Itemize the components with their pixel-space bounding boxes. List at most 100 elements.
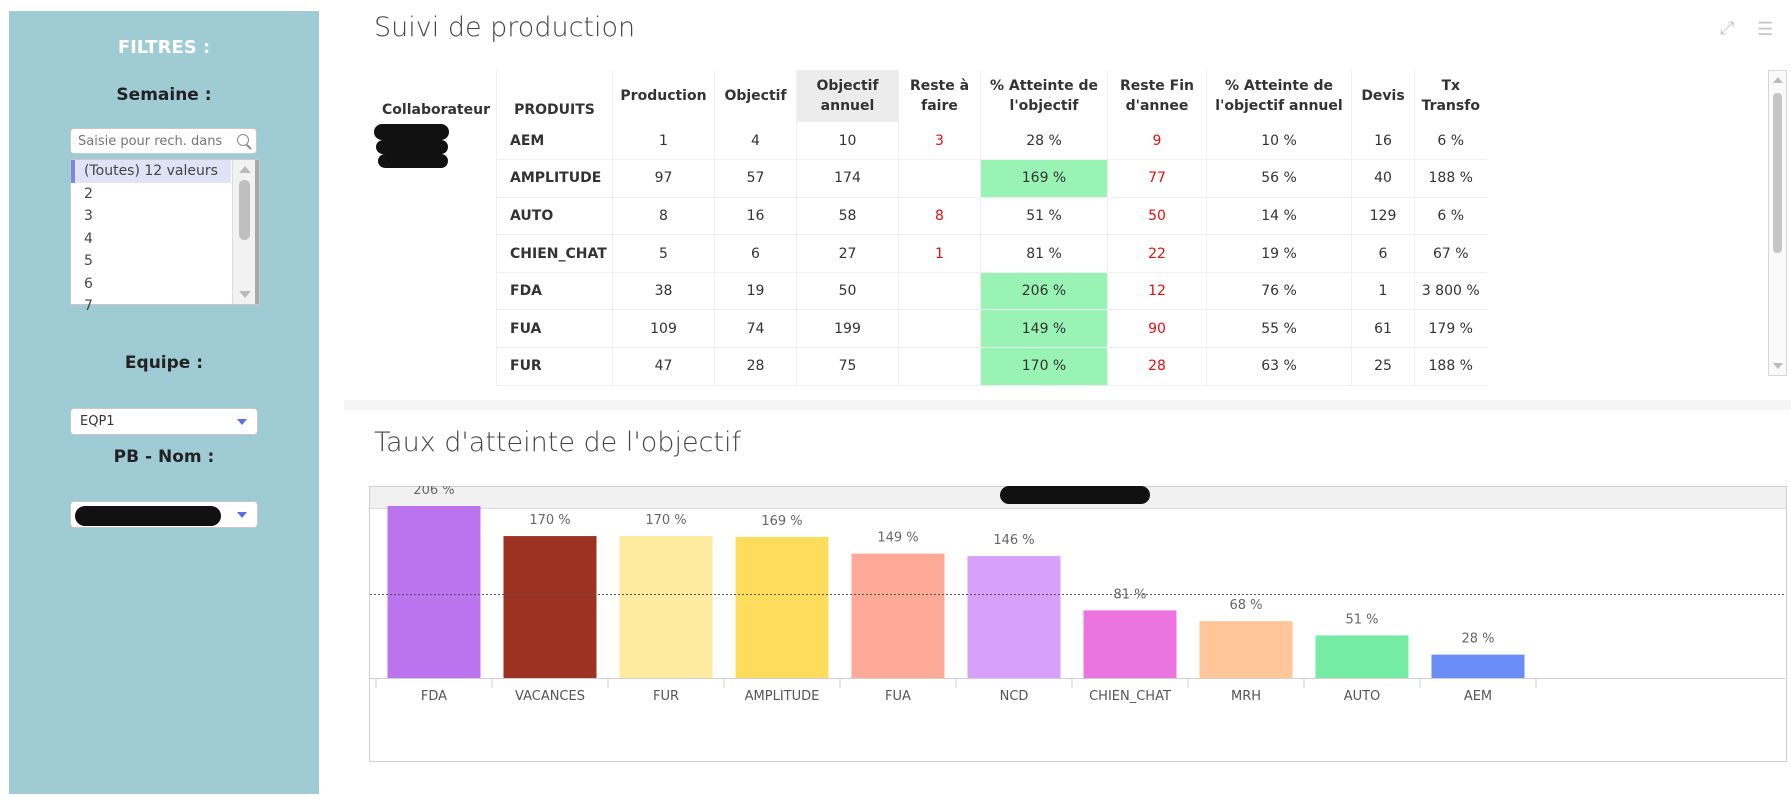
tx-transfo-cell: 188 % xyxy=(1414,159,1487,198)
pb-nom-select[interactable] xyxy=(70,501,258,528)
pb-nom-label: PB - Nom : xyxy=(113,447,215,467)
equipe-select-value: EQP1 xyxy=(80,414,115,429)
produit-cell: CHIEN_CHAT xyxy=(496,234,613,273)
production-cell: 38 xyxy=(612,272,715,311)
bar-data-label: 149 % xyxy=(877,531,918,546)
chevron-down-icon[interactable] xyxy=(237,419,247,425)
x-axis-tick-label: AUTO xyxy=(1344,689,1381,704)
header-reste-fin-annee: Reste Fin d'annee xyxy=(1107,70,1207,122)
atteinte-cell: 149 % xyxy=(980,309,1108,349)
devis-cell: 16 xyxy=(1351,122,1415,161)
header-tx-transfo: Tx Transfo xyxy=(1414,70,1487,122)
objectif-cell: 19 xyxy=(714,272,797,311)
header-objectif: Objectif xyxy=(714,70,797,122)
atteinte-annuel-cell: 10 % xyxy=(1206,122,1352,161)
objectif-cell: 16 xyxy=(714,197,797,236)
produit-cell: FUR xyxy=(496,347,613,386)
atteinte-cell: 169 % xyxy=(980,159,1108,198)
menu-list-icon[interactable]: ☰ xyxy=(1757,19,1773,40)
produit-cell: FDA xyxy=(496,272,613,311)
atteinte-cell: 51 % xyxy=(980,197,1108,236)
objectif-cell: 74 xyxy=(714,309,797,349)
scroll-down-icon[interactable] xyxy=(239,291,251,298)
production-cell: 47 xyxy=(612,347,715,386)
chart-bar xyxy=(1315,635,1409,678)
devis-cell: 129 xyxy=(1351,197,1415,236)
devis-cell: 40 xyxy=(1351,159,1415,198)
objectif-cell: 4 xyxy=(714,122,797,161)
production-cell: 109 xyxy=(612,309,715,349)
search-icon[interactable] xyxy=(237,134,249,146)
objectif-annuel-cell: 58 xyxy=(796,197,899,236)
table-scrollbar[interactable] xyxy=(1768,70,1787,376)
atteinte-annuel-cell: 63 % xyxy=(1206,347,1352,386)
production-cell: 5 xyxy=(612,234,715,273)
list-item[interactable]: 6 xyxy=(71,273,259,296)
semaine-search-box[interactable] xyxy=(70,128,257,154)
objectif-annuel-cell: 27 xyxy=(796,234,899,273)
x-axis-tick-label: MRH xyxy=(1231,689,1261,704)
list-item[interactable]: 7 xyxy=(71,295,259,318)
devis-cell: 61 xyxy=(1351,309,1415,349)
production-cell: 1 xyxy=(612,122,715,161)
objectif-cell: 57 xyxy=(714,159,797,198)
chart-bar xyxy=(1431,654,1525,678)
redacted-collaborator xyxy=(374,124,449,140)
produit-cell: AEM xyxy=(496,122,613,161)
semaine-search-input[interactable] xyxy=(71,129,231,153)
bar-data-label: 170 % xyxy=(529,513,570,528)
chevron-down-icon[interactable] xyxy=(237,512,247,518)
objectif-annuel-cell: 75 xyxy=(796,347,899,386)
reste-a-faire-cell xyxy=(898,159,981,198)
x-axis-tick-label: FUR xyxy=(653,689,679,704)
collaborateur-cell xyxy=(372,310,497,348)
atteinte-annuel-cell: 55 % xyxy=(1206,309,1352,349)
scroll-down-icon[interactable] xyxy=(1773,363,1783,369)
reste-fin-annee-cell: 50 xyxy=(1107,197,1207,236)
scroll-up-icon[interactable] xyxy=(239,166,251,173)
header-devis: Devis xyxy=(1351,70,1415,122)
chart-bar xyxy=(967,556,1061,678)
reste-a-faire-cell: 1 xyxy=(898,234,981,273)
listbox-scrollbar[interactable] xyxy=(232,160,259,304)
table-header-row: Collaborateur PRODUITS Production Object… xyxy=(372,70,1487,122)
list-item[interactable]: 3 xyxy=(71,205,259,228)
bar-data-label: 206 % xyxy=(413,486,454,498)
header-collaborateur: Collaborateur xyxy=(382,102,490,118)
scroll-up-icon[interactable] xyxy=(1773,77,1783,83)
devis-cell: 1 xyxy=(1351,272,1415,311)
x-axis-tick-label: NCD xyxy=(1000,689,1029,704)
scrollbar-thumb[interactable] xyxy=(239,180,250,240)
list-item[interactable]: 5 xyxy=(71,250,259,273)
tx-transfo-cell: 6 % xyxy=(1414,197,1487,236)
table-row: AUTO 8 16 58 8 51 % 50 14 % 129 6 % xyxy=(372,197,1487,236)
scrollbar-thumb[interactable] xyxy=(1773,93,1782,253)
tx-transfo-cell: 179 % xyxy=(1414,309,1487,349)
list-item[interactable]: 4 xyxy=(71,228,259,251)
list-item[interactable]: 2 xyxy=(71,183,259,206)
x-axis-tick-label: FUA xyxy=(885,689,911,704)
reste-fin-annee-cell: 90 xyxy=(1107,309,1207,349)
chart-bar xyxy=(851,553,945,678)
reste-a-faire-cell: 3 xyxy=(898,122,981,161)
atteinte-cell: 28 % xyxy=(980,122,1108,161)
header-produits: PRODUITS xyxy=(496,70,613,122)
expand-icon[interactable]: ⤢ xyxy=(1720,18,1734,39)
x-axis-tick-label: AEM xyxy=(1464,689,1492,704)
bar-data-label: 68 % xyxy=(1229,598,1262,613)
production-cell: 97 xyxy=(612,159,715,198)
equipe-label: Equipe : xyxy=(124,353,204,373)
atteinte-annuel-cell: 14 % xyxy=(1206,197,1352,236)
x-axis-tick-label: VACANCES xyxy=(515,689,585,704)
collaborateur-cell xyxy=(372,272,497,310)
x-axis-tick-label: FDA xyxy=(421,689,447,704)
header-atteinte-objectif: % Atteinte de l'objectif xyxy=(980,70,1108,122)
produit-cell: FUA xyxy=(496,309,613,349)
reste-a-faire-cell xyxy=(898,309,981,349)
bar-chart: 206 % 170 % 170 % 169 % 149 % 146 % 81 % 68 % 51… xyxy=(369,486,1785,704)
equipe-select[interactable]: EQP1 xyxy=(70,408,258,435)
semaine-listbox[interactable]: (Toutes) 12 valeurs 2 3 4 5 6 7 xyxy=(70,159,260,314)
chart-bar xyxy=(1199,621,1293,678)
list-item[interactable]: (Toutes) 12 valeurs xyxy=(71,160,231,183)
x-axis-tick-label: CHIEN_CHAT xyxy=(1089,689,1171,704)
